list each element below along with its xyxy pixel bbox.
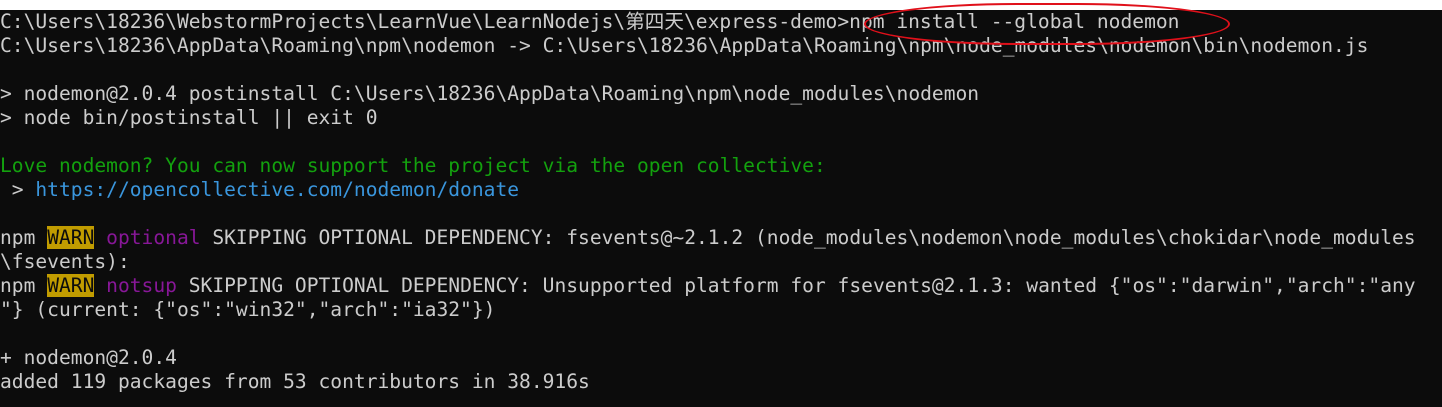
- output-node-line: > node bin/postinstall || exit 0: [0, 106, 378, 129]
- donate-url: https://opencollective.com/nodemon/donat…: [35, 178, 520, 201]
- donate-line: > https://opencollective.com/nodemon/don…: [0, 178, 1442, 202]
- output-postinstall-line: > nodemon@2.0.4 postinstall C:\Users\182…: [0, 82, 980, 105]
- output-installed-line: + nodemon@2.0.4: [0, 346, 177, 369]
- prompt-path: C:\Users\18236\WebstormProjects\LearnVue…: [0, 10, 850, 33]
- warn-continuation-line: "} (current: {"os":"win32","arch":"ia32"…: [0, 298, 496, 321]
- warn-line-notsup: npm WARN notsup SKIPPING OPTIONAL DEPEND…: [0, 274, 1442, 298]
- donate-prefix: >: [0, 178, 36, 201]
- npm-label: npm: [0, 226, 48, 249]
- command-line: C:\Users\18236\WebstormProjects\LearnVue…: [0, 10, 1442, 34]
- warn-continuation-line: \fsevents):: [0, 250, 130, 273]
- output-link-line: C:\Users\18236\AppData\Roaming\npm\nodem…: [0, 34, 1369, 57]
- warn-line-optional: npm WARN optional SKIPPING OPTIONAL DEPE…: [0, 226, 1442, 250]
- warn-tag-notsup: notsup: [94, 274, 177, 297]
- warn-badge: WARN: [47, 226, 95, 249]
- warn-message: SKIPPING OPTIONAL DEPENDENCY: fsevents@~…: [200, 226, 1416, 249]
- terminal-window[interactable]: C:\Users\18236\WebstormProjects\LearnVue…: [0, 10, 1442, 407]
- typed-command: npm install --global nodemon: [849, 10, 1180, 33]
- output-love-line: Love nodemon? You can now support the pr…: [0, 154, 826, 177]
- warn-tag-optional: optional: [94, 226, 201, 249]
- warn-message: SKIPPING OPTIONAL DEPENDENCY: Unsupporte…: [176, 274, 1416, 297]
- warn-badge: WARN: [47, 274, 95, 297]
- output-summary-line: added 119 packages from 53 contributors …: [0, 370, 590, 393]
- npm-label: npm: [0, 274, 48, 297]
